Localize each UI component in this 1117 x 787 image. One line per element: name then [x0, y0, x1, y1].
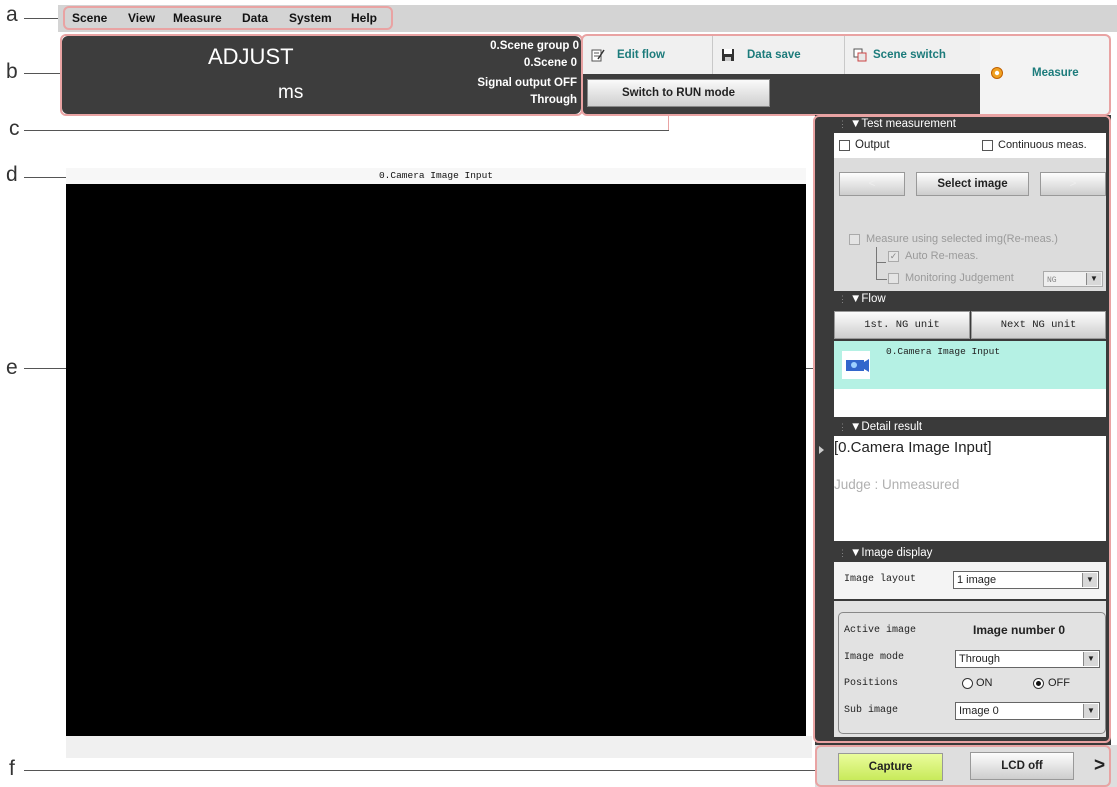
menu-data[interactable]: Data — [242, 11, 268, 25]
menu-view[interactable]: View — [128, 11, 155, 25]
monitoring-checkbox[interactable] — [888, 273, 899, 284]
image-view-footer — [66, 736, 812, 758]
previous-image-button[interactable]: < — [839, 172, 905, 196]
image-mode-value: Through — [959, 653, 1000, 665]
grip-icon: ⋮ — [838, 422, 847, 432]
annotation-e: e — [6, 356, 18, 379]
positions-on-label: ON — [976, 677, 993, 689]
remeas-label: Measure using selected img(Re-meas.) — [866, 233, 1058, 245]
bottom-bar-highlight-box — [815, 745, 1111, 787]
detail-result-header[interactable]: ⋮ ▼Detail result — [834, 420, 1106, 435]
annotation-b: b — [6, 60, 18, 83]
positions-label: Positions — [844, 678, 899, 689]
test-measurement-title: Test measurement — [861, 118, 956, 130]
monitoring-label: Monitoring Judgement — [905, 272, 1014, 284]
flow-title: Flow — [861, 293, 886, 305]
grip-icon: ⋮ — [838, 294, 847, 304]
continuous-meas-checkbox[interactable] — [982, 140, 993, 151]
annotation-f: f — [9, 757, 15, 780]
remeas-checkbox[interactable] — [849, 234, 860, 245]
grip-icon: ⋮ — [838, 119, 847, 129]
image-layout-label: Image layout — [844, 574, 917, 585]
active-image-label: Active image — [844, 625, 917, 636]
chevron-down-icon: ▼ — [1083, 652, 1098, 666]
image-layout-select[interactable]: 1 image ▼ — [953, 571, 1099, 589]
image-mode-select[interactable]: Through ▼ — [955, 650, 1100, 668]
annotation-line-f — [24, 770, 816, 771]
positions-on-radio[interactable] — [962, 678, 973, 689]
annotation-c: c — [9, 117, 20, 140]
annotation-a: a — [6, 3, 18, 26]
sub-image-label: Sub image — [844, 705, 899, 716]
output-checkbox[interactable] — [839, 140, 850, 151]
chevron-down-icon: ▼ — [1082, 573, 1097, 587]
menu-system[interactable]: System — [289, 11, 332, 25]
positions-off-label: OFF — [1048, 677, 1070, 689]
next-ng-unit-button[interactable]: Next NG unit — [971, 311, 1106, 339]
menu-measure[interactable]: Measure — [173, 11, 222, 25]
output-label: Output — [855, 139, 890, 151]
annotation-line-c — [24, 130, 669, 131]
auto-remeas-label: Auto Re-meas. — [905, 250, 979, 262]
image-view-title: 0.Camera Image Input — [66, 168, 806, 184]
sub-image-value: Image 0 — [959, 705, 999, 717]
toolbar-highlight-box — [581, 34, 1111, 116]
image-display-header[interactable]: ⋮ ▼Image display — [834, 546, 1106, 561]
continuous-meas-label: Continuous meas. — [998, 139, 1087, 151]
detail-result-name: [0.Camera Image Input] — [834, 439, 992, 456]
menu-scene[interactable]: Scene — [72, 11, 107, 25]
next-image-button[interactable]: > — [1040, 172, 1106, 196]
flow-header[interactable]: ⋮ ▼Flow — [834, 292, 1106, 307]
camera-image-view[interactable] — [66, 184, 806, 736]
image-mode-label: Image mode — [844, 652, 905, 663]
status-highlight-box — [60, 34, 583, 116]
annotation-line-d — [24, 177, 67, 178]
tree-connector-mid — [876, 262, 886, 263]
positions-off-radio[interactable] — [1033, 678, 1044, 689]
flow-item-label: 0.Camera Image Input — [886, 346, 1001, 357]
monitoring-judgement-value: NG — [1047, 276, 1057, 285]
monitoring-judgement-select[interactable]: NG ▼ — [1043, 271, 1103, 287]
tree-connector — [876, 247, 887, 280]
grip-icon: ⋮ — [838, 548, 847, 558]
test-measurement-header[interactable]: ⋮ ▼Test measurement — [834, 117, 1106, 132]
select-image-button[interactable]: Select image — [916, 172, 1029, 196]
menu-help[interactable]: Help — [351, 11, 377, 25]
flow-item-camera-image-input[interactable]: 0.Camera Image Input — [834, 341, 1106, 389]
image-display-title: Image display — [861, 547, 933, 559]
chevron-down-icon: ▼ — [1086, 273, 1101, 285]
camera-icon — [842, 351, 870, 379]
sub-image-select[interactable]: Image 0 ▼ — [955, 702, 1100, 720]
menu-highlight-box — [63, 6, 393, 30]
annotation-line-a — [24, 18, 60, 19]
panel-collapse-arrow[interactable] — [819, 446, 824, 454]
annotation-d: d — [6, 163, 18, 186]
annotation-line-c-vertical — [668, 114, 669, 130]
detail-result-judge: Judge : Unmeasured — [834, 477, 960, 492]
annotation-line-b — [24, 73, 63, 74]
auto-remeas-checkbox[interactable]: ✓ — [888, 251, 899, 262]
first-ng-unit-button[interactable]: 1st. NG unit — [834, 311, 970, 339]
active-image-value: Image number 0 — [973, 623, 1066, 637]
image-layout-value: 1 image — [957, 574, 997, 586]
chevron-down-icon: ▼ — [1083, 704, 1098, 718]
detail-result-title: Detail result — [861, 421, 923, 433]
